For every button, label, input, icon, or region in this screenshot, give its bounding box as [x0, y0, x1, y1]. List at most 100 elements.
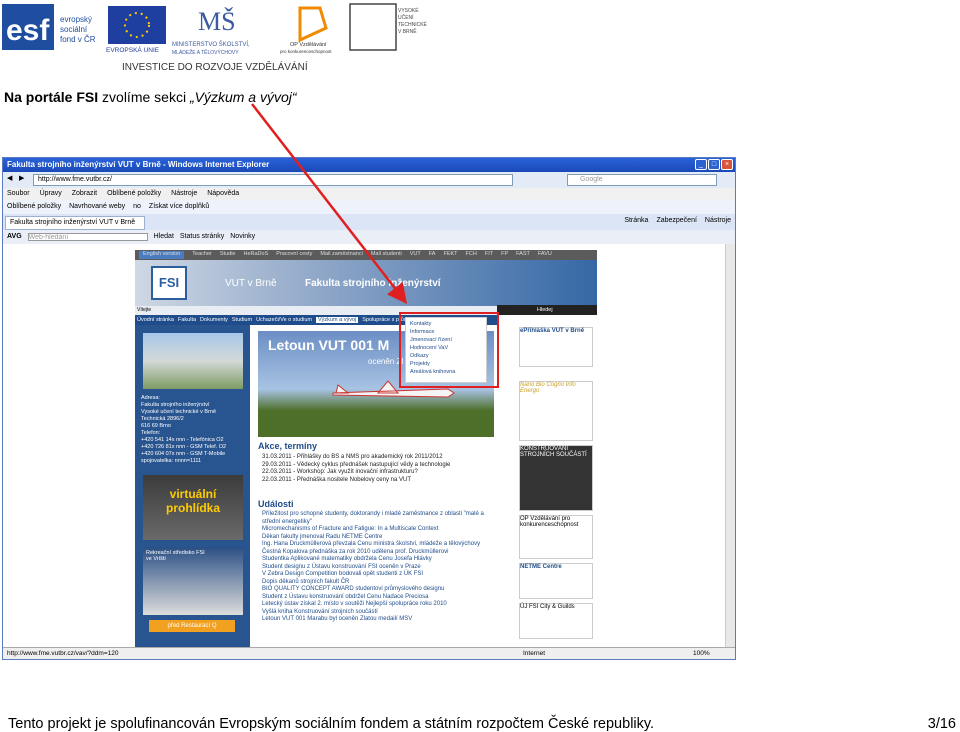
news-item-4[interactable]: Čestná Kopalova přednáška za rok 2010 ud… [262, 549, 494, 557]
cmd-security[interactable]: Zabezpečení [656, 217, 696, 224]
nano-bio-banner[interactable]: Nano Bio Cogno Info Energo [519, 381, 593, 441]
menu-item-4[interactable]: Uchazeči/Ve o studium [256, 317, 312, 323]
op-vzdelavani-banner[interactable]: OP Vzdělávání pro konkurenceschopnost [519, 515, 593, 559]
site-title-faculty: Fakulta strojního inženýrství [305, 278, 441, 289]
konstruovani-banner[interactable]: KONSTRUOVÁNÍ STROJNÍCH SOUČÁSTÍ [519, 445, 593, 511]
back-icon[interactable]: ◀ [7, 174, 12, 182]
news-item-2[interactable]: Děkan fakulty jmenoval Radu NETME Centre [262, 534, 494, 542]
top-link-4[interactable]: Pracovní cesty [276, 251, 312, 259]
avg-search-input[interactable]: Web-hledání [27, 233, 148, 241]
top-link-13[interactable]: FAST [516, 251, 530, 259]
top-link-8[interactable]: FA [429, 251, 436, 259]
suggested-sites[interactable]: Navrhované weby [69, 203, 125, 211]
svg-text:OP Vzdělávání: OP Vzdělávání [290, 42, 327, 48]
city-guilds-banner[interactable]: ÚJ FSI City & Guilds [519, 603, 593, 639]
address-input[interactable]: http://www.fme.vutbr.cz/ [33, 174, 513, 186]
menu-view[interactable]: Zobrazit [72, 190, 97, 198]
address-line-4: 616 69 Brno [141, 423, 171, 429]
fsi-logo[interactable]: FSI [151, 266, 187, 300]
get-addons[interactable]: Získat více doplňků [149, 203, 209, 211]
fav-no[interactable]: no [133, 203, 141, 211]
minimize-button[interactable]: _ [695, 159, 707, 170]
forward-icon[interactable]: ▶ [19, 174, 24, 182]
address-line-6: +420 541 14x nnn - Telefónica O2 [141, 437, 224, 443]
news-item-7[interactable]: V Zebra Design Competition bodovali opět… [262, 571, 494, 579]
site-top-links: English version Teacher Studie HeRaDoS Praco… [135, 250, 597, 260]
top-link-10[interactable]: FCH [466, 251, 477, 259]
event-item-0[interactable]: 31.03.2011 - Přihlášky do BS a NMS pro a… [262, 454, 494, 462]
scrollbar[interactable] [725, 244, 735, 647]
window-title: Fakulta strojního inženýrství VUT v Brně… [3, 158, 735, 172]
menu-bar: Soubor Úpravy Zobrazit Oblíbené položky … [3, 188, 735, 200]
zoom-level[interactable]: 100% [693, 650, 710, 657]
svg-text:esf: esf [6, 14, 50, 47]
status-bar: http://www.fme.vutbr.cz/vav/?ddm=120 Int… [3, 647, 735, 659]
browser-tab[interactable]: Fakulta strojního inženýrství VUT v Brně [5, 216, 145, 230]
recreation-promo[interactable]: Rekreační středisko FSI ve Vríšti [143, 547, 243, 615]
site-right-column: Hledej ePřihláška VUT v Brně Nano Bio Co… [497, 305, 597, 647]
close-button[interactable]: × [721, 159, 733, 170]
top-link-0[interactable]: English version [139, 251, 185, 259]
virtual-tour-banner[interactable]: virtuální prohlídka [143, 475, 243, 540]
netme-banner[interactable]: NETME Centre [519, 563, 593, 599]
eprihlaska-banner[interactable]: ePřihláška VUT v Brně [519, 327, 593, 367]
event-item-1[interactable]: 29.03.2011 - Vědecký cyklus přednášek na… [262, 462, 494, 470]
news-item-6[interactable]: Student designu z Ústavu konstruování FS… [262, 564, 494, 572]
top-link-14[interactable]: FAVU [538, 251, 552, 259]
browser-window: Fakulta strojního inženýrství VUT v Brně… [2, 157, 736, 660]
news-item-11[interactable]: Letecký ústav získal 2. místo v soutěži … [262, 601, 494, 609]
news-item-12[interactable]: Vyšlá kniha Konstruování strojních součá… [262, 609, 494, 617]
menu-favorites[interactable]: Oblíbené položky [107, 190, 161, 198]
avg-news[interactable]: Novinky [230, 233, 255, 241]
avg-page-status[interactable]: Status stránky [180, 233, 224, 241]
esf-text-1: evropský [60, 15, 92, 24]
address-line-8: +420 604 07x nnn - GSM T-Mobile [141, 451, 226, 457]
news-heading: Události [258, 499, 294, 509]
news-item-5[interactable]: Studentka Aplikované matematiky obdržela… [262, 556, 494, 564]
top-link-3[interactable]: HeRaDoS [243, 251, 268, 259]
top-link-12[interactable]: FP [501, 251, 508, 259]
news-item-10[interactable]: Student z Ústavu konstruování obdržel Ce… [262, 594, 494, 602]
top-link-7[interactable]: VUT [410, 251, 421, 259]
maximize-button[interactable]: □ [708, 159, 720, 170]
menu-item-3[interactable]: Studium [232, 317, 252, 323]
top-link-11[interactable]: FIT [485, 251, 493, 259]
top-link-1[interactable]: Teacher [192, 251, 212, 259]
news-item-3[interactable]: Ing. Hana Druckmüllerová převzala Cenu m… [262, 541, 494, 549]
top-link-9[interactable]: FEKT [443, 251, 457, 259]
menu-file[interactable]: Soubor [7, 190, 30, 198]
cmd-tools[interactable]: Nástroje [705, 217, 731, 224]
news-item-13[interactable]: Letoun VUT 001 Marabu byl oceněn Zlatou … [262, 616, 494, 624]
site-search[interactable]: Hledej [497, 305, 597, 315]
top-link-5[interactable]: Mail zaměstnanci [320, 251, 363, 259]
svg-text:EVROPSKÁ UNIE: EVROPSKÁ UNIE [106, 45, 160, 54]
menu-tools[interactable]: Nástroje [171, 190, 197, 198]
events-heading: Akce, termíny [258, 441, 318, 451]
menu-item-0[interactable]: Úvodní stránka [137, 317, 174, 323]
address-line-1: Fakulta strojního inženýrství [141, 402, 210, 408]
site-title-vut: VUT v Brně [225, 278, 277, 289]
search-input[interactable]: Google [567, 174, 717, 186]
event-item-3[interactable]: 22.03.2011 - Přednáška nositele Nobelovy… [262, 477, 494, 485]
menu-item-5[interactable]: Výzkum a vývoj [316, 317, 359, 323]
favorites-button[interactable]: Oblíbené položky [7, 203, 61, 211]
top-link-6[interactable]: Mail studenti [371, 251, 402, 259]
news-item-1[interactable]: Micromechanisms of Fracture and Fatigue:… [262, 526, 494, 534]
top-link-2[interactable]: Studie [220, 251, 236, 259]
event-item-2[interactable]: 22.03.2011 - Workshop: Jak využít inovač… [262, 469, 494, 477]
avg-search-button[interactable]: Hledat [154, 233, 174, 241]
avg-logo[interactable]: AVG [7, 233, 22, 241]
contact-address: Adresa: Fakulta strojního inženýrství Vyso… [141, 395, 246, 465]
menu-edit[interactable]: Úpravy [40, 190, 62, 198]
svg-text:UČENÍ: UČENÍ [398, 14, 414, 21]
news-item-0[interactable]: Příležitost pro schopné studenty, doktor… [262, 511, 494, 526]
menu-item-2[interactable]: Dokumenty [200, 317, 228, 323]
restaurant-button[interactable]: před Restaurací Q [149, 620, 235, 632]
events-list: 31.03.2011 - Přihlášky do BS a NMS pro a… [262, 454, 494, 484]
menu-help[interactable]: Nápověda [207, 190, 239, 198]
cmd-page[interactable]: Stránka [624, 217, 648, 224]
news-item-9[interactable]: BIO QUALITY CONCEPT AWARD studentovi prů… [262, 586, 494, 594]
menu-item-1[interactable]: Fakulta [178, 317, 196, 323]
news-item-8[interactable]: Dopis děkanů strojních fakult ČR [262, 579, 494, 587]
status-url: http://www.fme.vutbr.cz/vav/?ddm=120 [7, 650, 119, 657]
